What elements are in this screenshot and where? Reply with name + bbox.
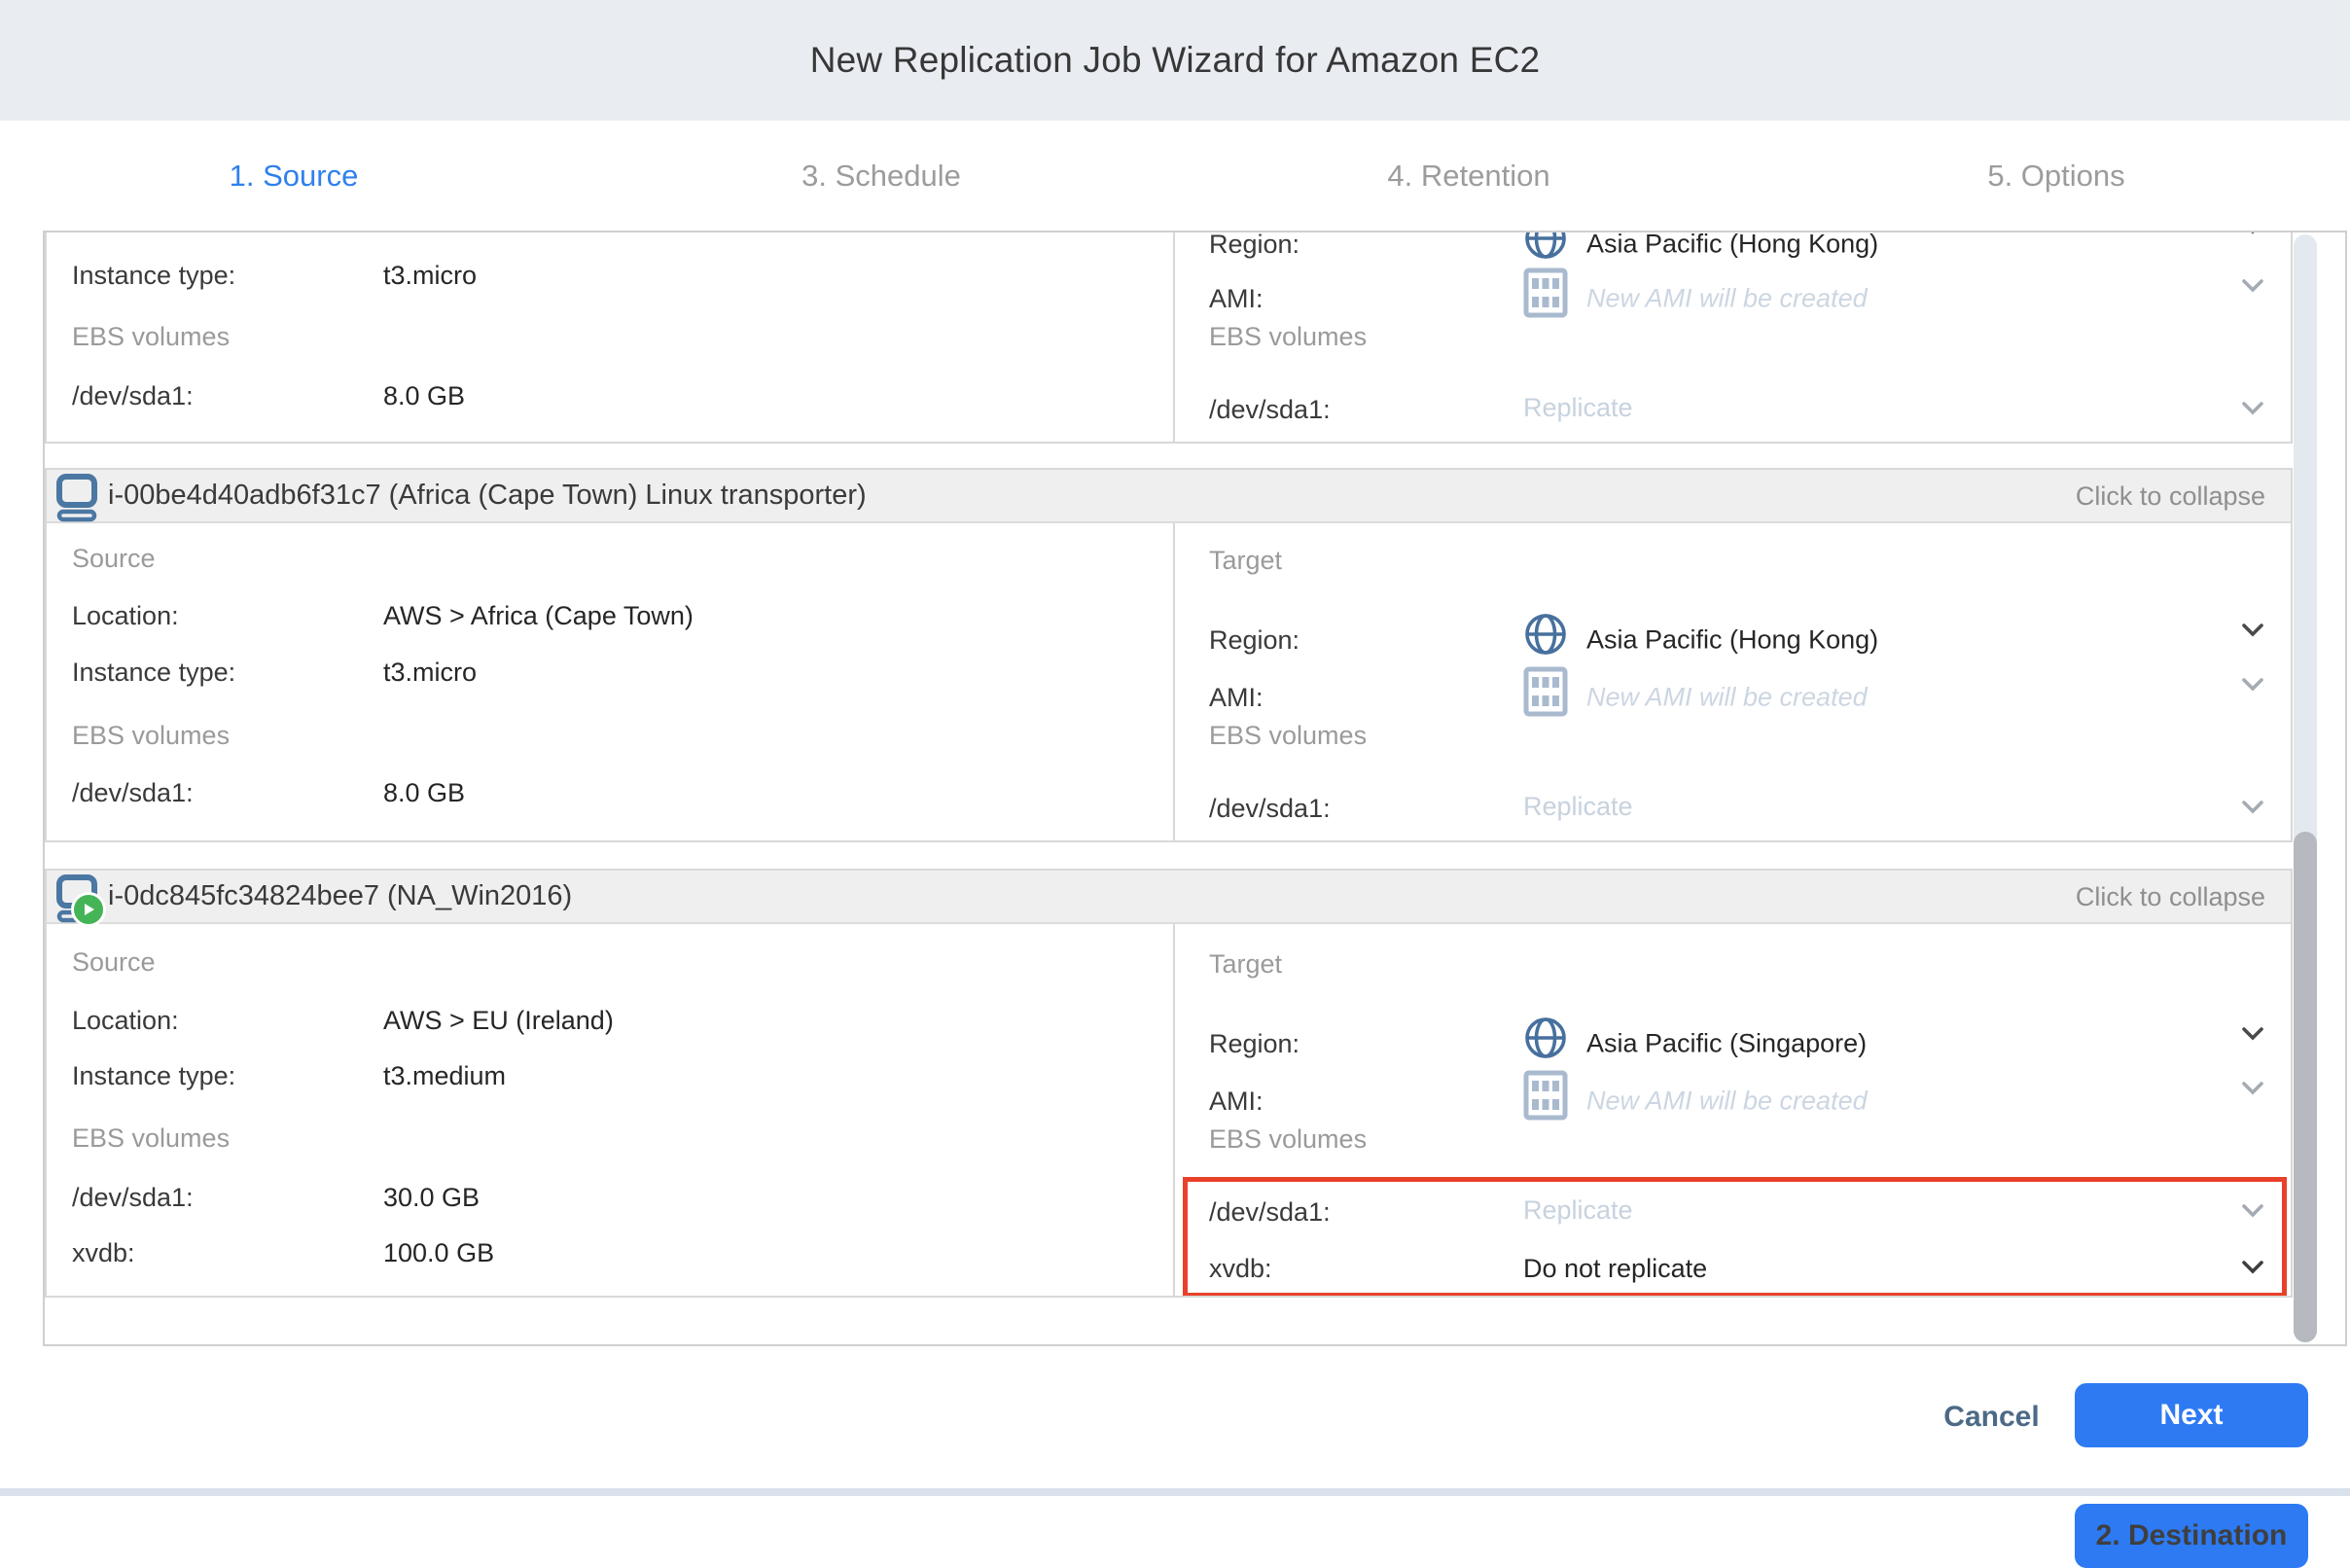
instance-row-header[interactable]: i-0dc845fc34824bee7 (NA_Win2016) Click t…	[47, 871, 2291, 924]
scrollbar-thumb[interactable]	[2294, 832, 2317, 1342]
step-schedule[interactable]: 3. Schedule	[588, 121, 1175, 231]
source-section: Instance type:t3.micro EBS volumes /dev/…	[47, 232, 1173, 442]
next-button[interactable]: Next	[2075, 1383, 2308, 1447]
volume-mode-dropdown[interactable]: xvdb:Do not replicate	[1209, 1251, 2291, 1282]
instance-row-partial: Instance type:t3.micro EBS volumes /dev/…	[45, 232, 2293, 444]
instance-type-line: Instance type:t3.medium	[72, 1058, 1173, 1089]
target-section: Target Region:Asia Pacific (Singapore) A…	[1173, 924, 2291, 1296]
volume-mode-dropdown[interactable]: /dev/sda1:Replicate	[1209, 791, 2291, 822]
page-title: New Replication Job Wizard for Amazon EC…	[810, 40, 1541, 81]
chevron-down-icon	[2242, 801, 2263, 814]
wizard-steps: 1. Source 2. Destination 3. Schedule 4. …	[0, 121, 2350, 231]
instances-panel: Instance type:t3.micro EBS volumes /dev/…	[43, 231, 2347, 1346]
source-section: Source Location:AWS > Africa (Cape Town)…	[47, 523, 1173, 840]
location-line: Location:AWS > Africa (Cape Town)	[72, 598, 1173, 629]
globe-icon	[1523, 612, 1568, 663]
step-retention[interactable]: 4. Retention	[1175, 121, 1762, 231]
source-heading: Source	[72, 946, 1173, 978]
ebs-volumes-heading: EBS volumes	[1209, 720, 2291, 751]
ebs-volumes-heading: EBS volumes	[1209, 321, 2291, 352]
computer-icon	[55, 874, 98, 923]
volume-mode-dropdown[interactable]: /dev/sda1:Replicate	[1209, 1194, 2291, 1226]
chevron-down-icon	[2242, 1204, 2263, 1218]
ami-grid-icon	[1523, 666, 1568, 724]
globe-icon	[1523, 1016, 1568, 1067]
region-dropdown[interactable]: Region:Asia Pacific (Hong Kong)	[1209, 614, 2291, 645]
chevron-down-icon	[2242, 279, 2263, 293]
target-section: Target Region:Asia Pacific (Hong Kong) A…	[1173, 523, 2291, 840]
chevron-down-icon	[2242, 1082, 2263, 1095]
collapse-hint: Click to collapse	[2076, 470, 2265, 523]
instance-title: i-0dc845fc34824bee7 (NA_Win2016)	[108, 880, 572, 912]
instance-title: i-00be4d40adb6f31c7 (Africa (Cape Town) …	[108, 480, 867, 512]
instance-row: i-00be4d40adb6f31c7 (Africa (Cape Town) …	[45, 468, 2293, 842]
instance-type-line: Instance type:t3.micro	[72, 655, 1173, 686]
instance-row-header[interactable]: i-00be4d40adb6f31c7 (Africa (Cape Town) …	[47, 470, 2291, 523]
ebs-volumes-heading: EBS volumes	[72, 321, 1173, 352]
region-dropdown[interactable]: Region:Asia Pacific (Hong Kong)	[1209, 232, 2291, 249]
ebs-volumes-heading: EBS volumes	[72, 720, 1173, 751]
region-dropdown[interactable]: Region:Asia Pacific (Singapore)	[1209, 1017, 2291, 1049]
chevron-down-icon	[2242, 1261, 2263, 1274]
running-badge-icon	[71, 892, 106, 927]
ami-dropdown[interactable]: AMI:New AMI will be created	[1209, 269, 2291, 301]
instance-type-line: Instance type:t3.micro	[72, 258, 1173, 289]
ami-dropdown[interactable]: AMI:New AMI will be created	[1209, 668, 2291, 699]
chevron-down-icon	[2242, 1027, 2263, 1041]
volume-mode-dropdown[interactable]: /dev/sda1:Replicate	[1209, 392, 2291, 423]
target-heading: Target	[1209, 545, 2291, 576]
bottom-strip	[0, 1488, 2350, 1496]
volume-size-line: /dev/sda1:30.0 GB	[72, 1180, 1173, 1211]
ami-grid-icon	[1523, 1070, 1568, 1127]
target-heading: Target	[1209, 948, 2291, 980]
dialog-titlebar: New Replication Job Wizard for Amazon EC…	[0, 0, 2350, 121]
target-section: Region:Asia Pacific (Hong Kong) AMI:New …	[1173, 232, 2291, 442]
ebs-volumes-heading: EBS volumes	[72, 1123, 1173, 1154]
instance-row: i-0dc845fc34824bee7 (NA_Win2016) Click t…	[45, 869, 2293, 1298]
volume-size-line: xvdb:100.0 GB	[72, 1235, 1173, 1266]
step-source[interactable]: 1. Source	[0, 121, 588, 231]
chevron-down-icon	[2242, 402, 2263, 415]
source-heading: Source	[72, 543, 1173, 574]
globe-icon	[1523, 232, 1568, 267]
ami-grid-icon	[1523, 267, 1568, 325]
ebs-volumes-heading: EBS volumes	[1209, 1123, 2291, 1155]
chevron-down-icon	[2242, 678, 2263, 692]
volume-size-line: /dev/sda1:8.0 GB	[72, 775, 1173, 806]
chevron-down-icon	[2242, 624, 2263, 637]
source-section: Source Location:AWS > EU (Ireland) Insta…	[47, 924, 1173, 1296]
ami-dropdown[interactable]: AMI:New AMI will be created	[1209, 1072, 2291, 1103]
volume-size-line: /dev/sda1:8.0 GB	[72, 378, 1173, 410]
cancel-button[interactable]: Cancel	[1931, 1398, 2052, 1437]
step-options[interactable]: 5. Options	[1762, 121, 2350, 231]
computer-icon	[55, 474, 98, 522]
location-line: Location:AWS > EU (Ireland)	[72, 1003, 1173, 1034]
chevron-down-icon	[2242, 232, 2263, 234]
collapse-hint: Click to collapse	[2076, 871, 2265, 924]
step-destination[interactable]: 2. Destination	[2075, 1504, 2308, 1568]
